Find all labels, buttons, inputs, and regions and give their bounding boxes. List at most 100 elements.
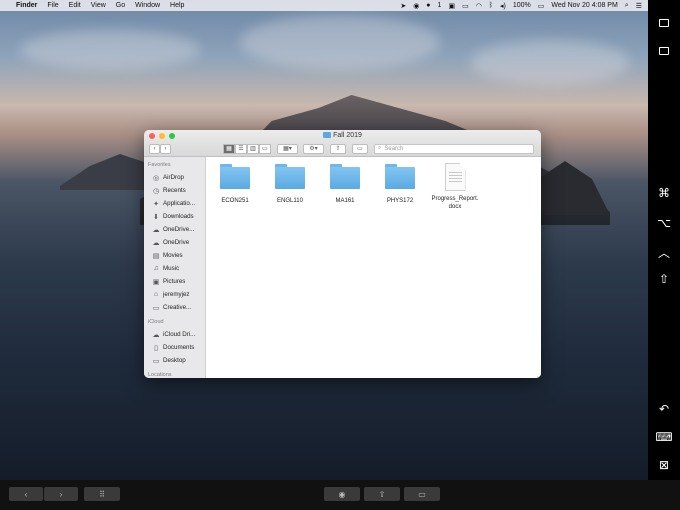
hide-keyboard-icon[interactable]: ⊠ (648, 458, 680, 472)
cloud (240, 15, 440, 70)
sidebar-item-desktop[interactable]: ▭ Desktop (144, 354, 205, 367)
volume-icon[interactable]: ◂) (500, 2, 506, 10)
menu-view[interactable]: View (91, 2, 106, 9)
folder-item-ma161[interactable]: MA161 (320, 164, 370, 205)
sidebar-item-label: Recents (163, 187, 186, 194)
bluetooth-icon[interactable]: ᛒ (489, 2, 493, 9)
tag-button[interactable]: ▭ (404, 487, 440, 501)
menu-help[interactable]: Help (170, 2, 184, 9)
menu-finder[interactable]: Finder (16, 2, 37, 9)
gallery-view-icon: ▭ (262, 146, 268, 152)
group-button[interactable]: ▦▾ (277, 143, 298, 154)
sidebar-item-creative[interactable]: ▭ Creative... (144, 301, 205, 314)
window-title: Fall 2019 (144, 132, 541, 139)
chevron-right-icon: › (164, 145, 167, 152)
view-mode-group: ▦ ☰ ▥ ▭ (223, 143, 271, 154)
back-nav-button[interactable]: ‹ (9, 487, 43, 501)
sidebar-item-downloads[interactable]: ⬇ Downloads (144, 210, 205, 223)
cloud (470, 40, 630, 85)
chevron-left-icon: ‹ (153, 145, 156, 152)
control-key-icon[interactable]: ︿ (648, 244, 680, 261)
menu-edit[interactable]: Edit (69, 2, 81, 9)
apps-grid-button[interactable]: ⠿ (84, 487, 120, 501)
sidebar-item-onedrive-2[interactable]: ☁ OneDrive (144, 236, 205, 249)
list-view-button[interactable]: ☰ (235, 143, 247, 154)
document-icon (444, 163, 466, 191)
sidebar-item-music[interactable]: ♫ Music (144, 262, 205, 275)
command-key-icon[interactable]: ⌘ (648, 186, 680, 200)
icon-view-icon: ▦ (226, 146, 232, 152)
sidebar: Favorites ◎ AirDrop ◷ Recents ✦ Applicatio.… (144, 157, 206, 378)
menu-go[interactable]: Go (116, 2, 125, 9)
gear-icon: ⚙▾ (309, 146, 318, 152)
back-button[interactable]: ‹ (149, 143, 160, 154)
keyboard-icon[interactable]: ⌨ (648, 430, 680, 444)
sidebar-item-pictures[interactable]: ▣ Pictures (144, 275, 205, 288)
tag-icon: ▭ (418, 489, 426, 499)
sidebar-item-icloud-drive[interactable]: ☁ iCloud Dri... (144, 328, 205, 341)
sidebar-item-documents[interactable]: ▯ Documents (144, 341, 205, 354)
sidebar-item-label: Downloads (163, 213, 194, 220)
wechat-icon[interactable]: ● (426, 2, 430, 9)
sidebar-item-movies[interactable]: ▤ Movies (144, 249, 205, 262)
icloud-icon: ☁ (152, 331, 160, 339)
tag-icon: ▭ (357, 146, 363, 152)
chevron-left-icon: ‹ (24, 489, 28, 499)
search-field[interactable]: ⌕ Search (374, 143, 534, 154)
eye-icon: ◉ (338, 489, 346, 499)
document-item-progress-report[interactable]: Progress_Report. docx (430, 163, 480, 211)
tag-button[interactable]: ▭ (352, 143, 368, 154)
title-bar[interactable]: Fall 2019 ‹ › ▦ ☰ ▥ ▭ ▦▾ ⚙▾ ⇧ ▭ ⌕ Search (144, 130, 541, 157)
battery-icon[interactable]: ▭ (538, 2, 545, 10)
share-button[interactable]: ⇧ (330, 143, 346, 154)
location-arrow-icon[interactable]: ➤ (400, 2, 406, 10)
sidebar-item-label: OneDrive... (163, 226, 195, 233)
folder-item-econ251[interactable]: ECON251 (210, 164, 260, 205)
control-center-icon[interactable]: ☰ (636, 2, 642, 10)
sidebar-item-label: OneDrive (163, 239, 190, 246)
folder-icon (220, 164, 250, 189)
menu-window[interactable]: Window (135, 2, 160, 9)
share-icon: ⇧ (378, 489, 386, 499)
wifi-icon[interactable]: ◠ (476, 2, 482, 10)
sidebar-header-favorites: Favorites (148, 162, 171, 168)
gallery-view-button[interactable]: ▭ (259, 143, 271, 154)
folder-icon (323, 132, 332, 138)
undo-icon[interactable]: ↶ (648, 402, 680, 416)
sidebar-item-applications[interactable]: ✦ Applicatio... (144, 197, 205, 210)
action-button[interactable]: ⚙▾ (303, 143, 324, 154)
shift-key-icon[interactable]: ⇧ (648, 272, 680, 286)
home-icon: ⌂ (153, 291, 159, 298)
search-placeholder: Search (384, 145, 404, 152)
sidebar-item-onedrive-1[interactable]: ☁ OneDrive... (144, 223, 205, 236)
sidebar-item-label: iCloud Dri... (163, 331, 196, 338)
file-area[interactable]: ECON251 ENGL110 MA161 PHYS172 Progress_R… (206, 157, 541, 378)
icon-view-button[interactable]: ▦ (223, 143, 235, 154)
folder-icon (385, 164, 415, 189)
folder-item-phys172[interactable]: PHYS172 (375, 164, 425, 205)
forward-button[interactable]: › (160, 143, 171, 154)
sidebar-item-airdrop[interactable]: ◎ AirDrop (144, 171, 205, 184)
view-button[interactable]: ◉ (324, 487, 360, 501)
clock-text[interactable]: Wed Nov 20 4:08 PM (551, 2, 617, 9)
spotlight-icon[interactable]: ⌕ (625, 2, 629, 10)
sidebar-item-home[interactable]: ⌂ jeremyjez (144, 288, 205, 301)
input-method-icon[interactable]: ▣ (448, 2, 455, 10)
share-button[interactable]: ⇧ (364, 487, 400, 501)
clock-icon: ◷ (152, 187, 160, 195)
folder-item-engl110[interactable]: ENGL110 (265, 164, 315, 205)
chevron-right-icon: › (59, 489, 63, 499)
sidebar-item-label: jeremyjez (163, 291, 190, 298)
column-view-button[interactable]: ▥ (247, 143, 259, 154)
display-icon[interactable]: ▭ (462, 2, 469, 10)
qq-icon[interactable]: ◉ (413, 2, 419, 10)
sidebar-item-recents[interactable]: ◷ Recents (144, 184, 205, 197)
forward-nav-button[interactable]: › (44, 487, 78, 501)
option-key-icon[interactable]: ⌥ (648, 216, 680, 230)
screenshot-icon[interactable] (648, 44, 680, 58)
window-title-text: Fall 2019 (333, 132, 362, 139)
screen-display-icon[interactable] (648, 16, 680, 30)
menu-file[interactable]: File (47, 2, 58, 9)
